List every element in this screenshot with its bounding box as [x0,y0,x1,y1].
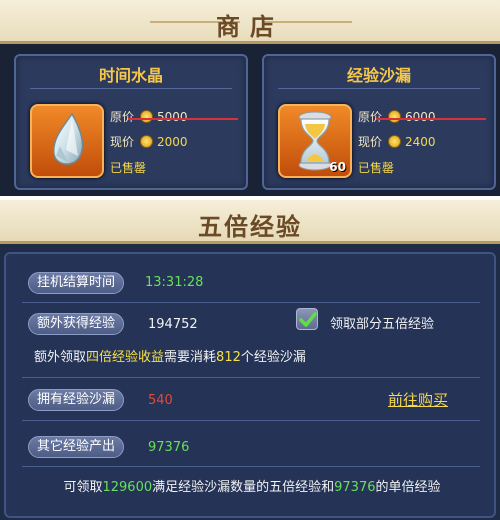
card-divider [30,88,232,89]
shop-item-card-time-crystal[interactable]: 时间水晶 原价 5000 现价 2000 已售罄 [14,54,248,190]
cost-note-suffix: 个经验沙漏 [240,350,306,365]
card-divider [278,88,480,89]
item-name: 经验沙漏 [346,66,411,85]
cost-note-prefix: 额外领取 [34,350,87,365]
current-price-value: 2400 [405,135,436,149]
row-divider [22,466,480,467]
checkmark-icon [299,312,317,327]
shop-panel: 商店 时间水晶 原价 5000 现价 2000 已售罄 经验沙漏 60 原价 6… [0,0,500,196]
summary-part2: 满足经验沙漏数量的五倍经验和 [152,480,335,495]
gold-coin-icon [140,135,154,148]
current-price-label: 现价 [358,135,383,149]
current-price-value: 2000 [157,135,188,149]
row-divider [22,377,480,378]
row-divider [22,420,480,421]
extra-exp-label: 额外获得经验 [28,313,125,335]
current-price-row: 现价 2000 [110,133,188,150]
original-price-row: 原价 6000 [358,108,436,125]
other-exp-label: 其它经验产出 [28,436,125,458]
summary-part1: 可领取 [63,480,103,495]
exp-title: 五倍经验 [198,213,302,241]
summary-value1: 129600 [102,480,153,495]
claim-partial-label[interactable]: 领取部分五倍经验 [330,313,434,332]
price-strikethrough [128,118,238,120]
exp-summary: 可领取129600满足经验沙漏数量的五倍经验和97376的单倍经验 [50,478,454,498]
item-slot[interactable] [30,104,104,178]
owned-hourglass-label: 拥有经验沙漏 [28,389,125,411]
original-price-value: 6000 [405,110,436,124]
shop-item-card-exp-hourglass[interactable]: 经验沙漏 60 原价 6000 现价 2400 已售罄 [262,54,496,190]
original-price-label: 原价 [110,110,135,124]
other-exp-value: 97376 [148,440,190,455]
gold-coin-icon [388,110,402,123]
price-strikethrough [376,118,486,120]
shop-header: 商店 [0,0,500,44]
crystal-icon [53,112,84,165]
original-price-label: 原价 [358,110,383,124]
item-slot[interactable]: 60 [278,104,352,178]
go-buy-link[interactable]: 前往购买 [388,389,448,410]
afk-time-label: 挂机结算时间 [28,272,125,294]
gold-coin-icon [140,110,154,123]
row-divider [22,302,480,303]
current-price-label: 现价 [110,135,135,149]
original-price-value: 5000 [157,110,188,124]
shop-title: 商店 [216,13,284,41]
exp-header: 五倍经验 [0,200,500,244]
item-quantity: 60 [329,160,346,174]
summary-part3: 的单倍经验 [375,480,441,495]
summary-value2: 97376 [334,480,376,495]
current-price-row: 现价 2400 [358,133,436,150]
owned-hourglass-value: 540 [148,393,173,408]
sold-out-label: 已售罄 [110,161,147,175]
sold-out-label: 已售罄 [358,161,395,175]
gold-coin-icon [388,135,402,148]
cost-note-amount: 812 [216,350,241,365]
original-price-row: 原价 5000 [110,108,188,125]
item-name: 时间水晶 [98,66,163,85]
cost-note-highlight: 四倍经验收益 [86,350,165,365]
extra-exp-value: 194752 [148,317,198,332]
claim-partial-checkbox[interactable] [296,308,318,330]
cost-note: 额外领取四倍经验收益需要消耗812个经验沙漏 [34,346,306,365]
afk-time-value: 13:31:28 [145,275,204,290]
cost-note-middle: 需要消耗 [164,350,217,365]
